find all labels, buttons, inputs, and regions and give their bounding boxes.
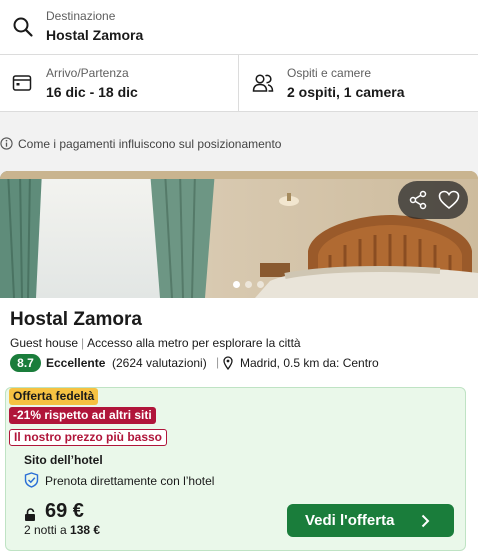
discount-tag: -21% rispetto ad altri siti [9,407,156,424]
share-icon[interactable] [408,190,428,210]
guests-field[interactable]: Ospiti e camere 2 ospiti, 1 camera [239,55,478,112]
total-price: 138 € [70,523,101,537]
ranking-info-link[interactable]: Come i pagamenti influiscono sul posizio… [0,136,478,152]
hotel-description: Guest house | Accesso alla metro per esplo… [10,336,301,350]
price-total-line: 2 notti a 138 € [24,523,100,537]
hotel-photo[interactable] [0,171,478,298]
rating-count: (2624 valutazioni) [112,356,207,370]
view-offer-label: Vedi l'offerta [305,512,395,529]
offer-panel[interactable]: Offerta fedeltà -21% rispetto ad altri s… [5,387,466,551]
carousel-dot[interactable] [245,281,252,288]
chevron-right-icon [421,514,430,528]
rating-word: Eccellente [46,356,106,370]
separator: | [216,355,220,369]
dates-field[interactable]: Arrivo/Partenza 16 dic - 18 dic [0,55,239,112]
pin-icon [223,356,233,370]
hotel-type: Guest house [10,336,79,350]
info-icon [0,137,13,150]
hotel-highlight: Accesso alla metro per esplorare la citt… [87,336,301,350]
search-icon [13,17,33,37]
price-per-night: 69 € [45,500,84,522]
loyalty-tag: Offerta fedeltà [9,388,99,405]
carousel-dot[interactable] [257,281,264,288]
hotel-result-card[interactable]: Hostal Zamora Guest house | Accesso alla m… [0,171,478,560]
guests-label: Ospiti e camere [287,66,372,80]
rating-score-badge: 8.7 [10,354,41,372]
hotel-location: Madrid, 0.5 km da: Centro [240,356,379,370]
ranking-info-text: Come i pagamenti influiscono sul posizio… [18,137,282,151]
hotel-name[interactable]: Hostal Zamora [10,309,142,331]
shield-check-icon [24,472,39,488]
carousel-dot[interactable] [233,281,240,288]
direct-booking-text: Prenota direttamente con l’hotel [45,474,215,488]
guests-value: 2 ospiti, 1 camera [287,84,405,100]
separator: | [81,336,85,350]
provider-name: Sito dell’hotel [24,453,103,467]
destination-field[interactable]: Destinazione Hostal Zamora [0,0,478,55]
view-offer-button[interactable]: Vedi l'offerta [287,504,454,537]
heart-icon[interactable] [438,190,460,210]
dates-value: 16 dic - 18 dic [46,84,138,100]
carousel-dots [233,281,267,289]
photo-actions [398,181,468,219]
nights-text: 2 notti a [24,523,67,537]
destination-value: Hostal Zamora [46,27,144,43]
dates-label: Arrivo/Partenza [46,66,129,80]
lock-icon [25,508,35,521]
calendar-icon [12,75,32,91]
best-price-tag: Il nostro prezzo più basso [9,429,168,446]
search-panel: Destinazione Hostal Zamora Arrivo/Parten… [0,0,478,112]
people-icon [252,74,274,92]
destination-label: Destinazione [46,9,116,23]
